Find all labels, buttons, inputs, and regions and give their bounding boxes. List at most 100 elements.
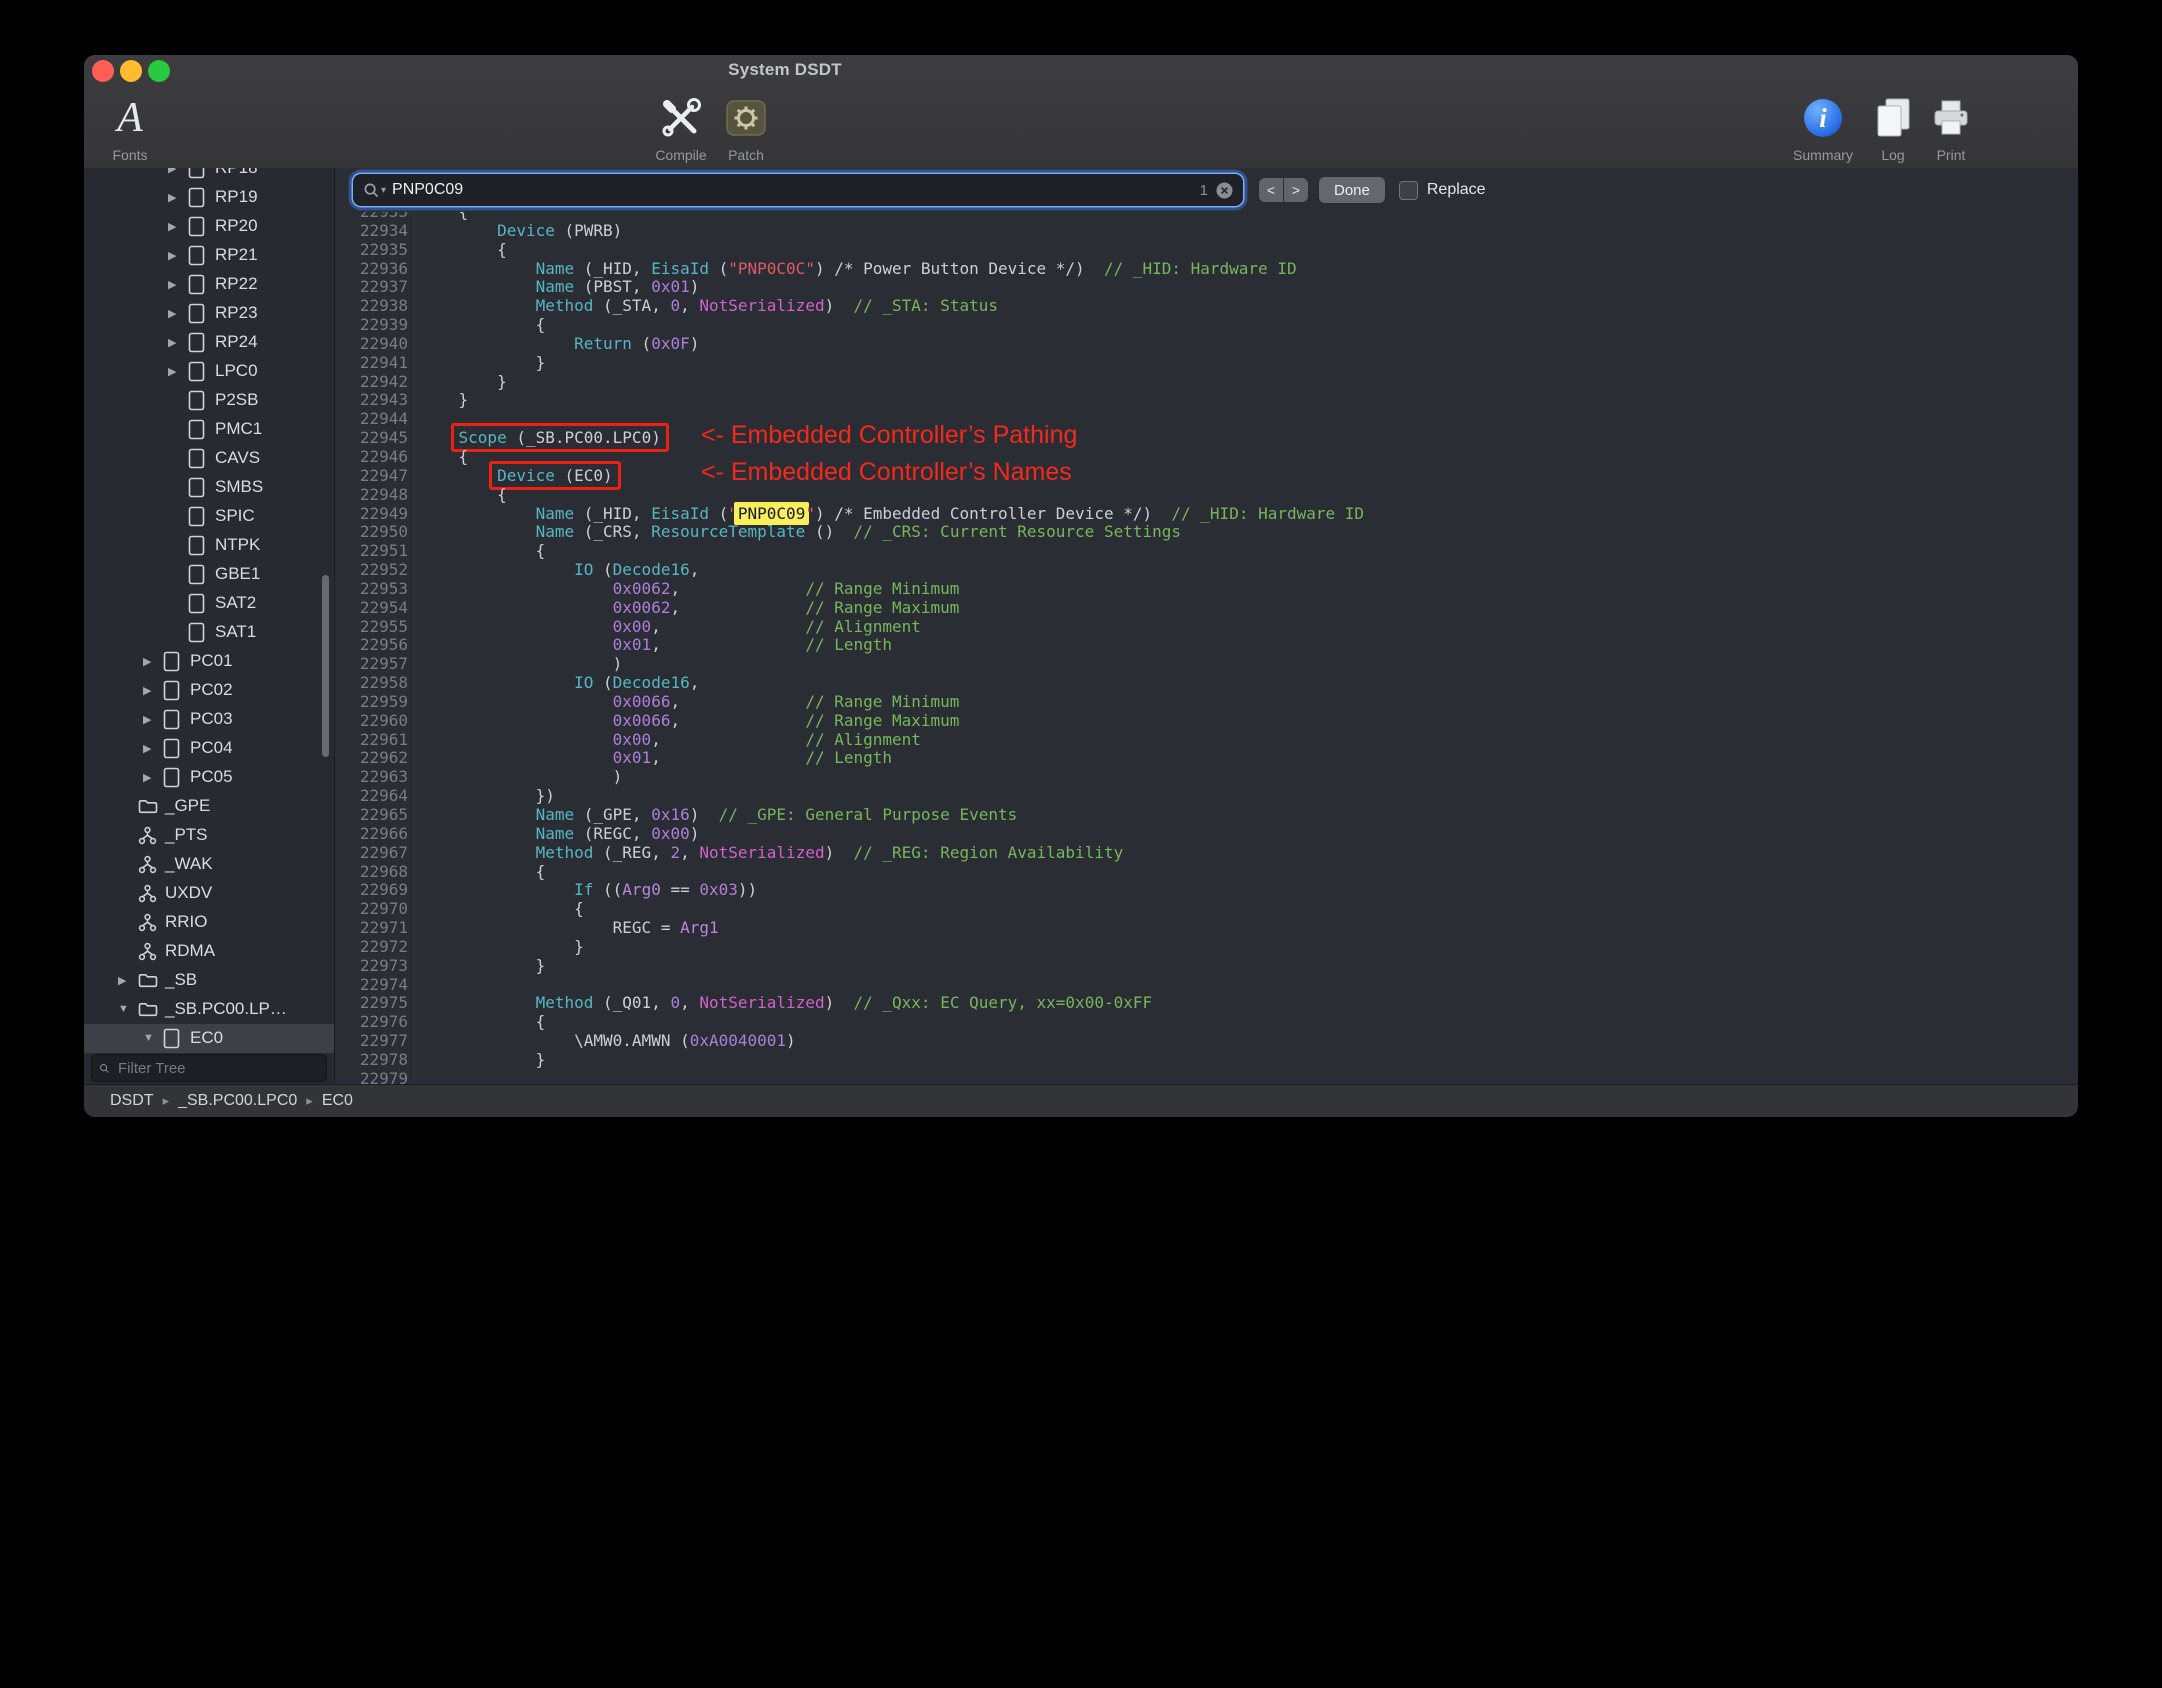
code-lines: 22933 {22934 Device (PWRB)22935 {22936 N… — [335, 212, 2078, 1085]
line-number: 22939 — [335, 315, 415, 335]
filter-tree-field[interactable] — [91, 1054, 327, 1082]
line-number: 22969 — [335, 881, 415, 901]
code-token: REGC = — [420, 918, 681, 938]
method-icon — [138, 826, 163, 845]
sidebar-item-label: GBE1 — [215, 564, 261, 583]
breadcrumb-item[interactable]: DSDT — [110, 1092, 154, 1110]
sidebar-item-P2SB[interactable]: P2SB — [84, 386, 334, 415]
sidebar-item-PC03[interactable]: ▶ PC03 — [84, 705, 334, 734]
sidebar-item-_SB[interactable]: ▶ _SB — [84, 966, 334, 995]
code-token: (_GPE, — [574, 805, 652, 824]
sidebar-item-RDMA[interactable]: RDMA — [84, 937, 334, 966]
sidebar-item-SAT1[interactable]: SAT1 — [84, 618, 334, 647]
disclosure-down-icon[interactable]: ▼ — [143, 1032, 163, 1044]
sidebar-item-UXDV[interactable]: UXDV — [84, 879, 334, 908]
disclosure-right-icon[interactable]: ▶ — [168, 191, 188, 204]
code-token: , — [670, 578, 806, 598]
doc-icon — [188, 448, 213, 469]
sidebar-item-SAT2[interactable]: SAT2 — [84, 589, 334, 618]
sidebar-item-NTPK[interactable]: NTPK — [84, 531, 334, 560]
code-line: 22961 0x00, // Alignment — [335, 730, 2078, 750]
sidebar-item-_SB.PC00.LP…[interactable]: ▼ _SB.PC00.LP… — [84, 995, 334, 1024]
sidebar-item-CAVS[interactable]: CAVS — [84, 444, 334, 473]
breadcrumb-item[interactable]: EC0 — [322, 1092, 353, 1110]
sidebar-item-PMC1[interactable]: PMC1 — [84, 415, 334, 444]
toolbar-print-button[interactable]: Print — [1906, 89, 1996, 163]
code-line: 22974 — [335, 975, 2078, 995]
disclosure-right-icon[interactable]: ▶ — [168, 249, 188, 262]
find-previous-button[interactable]: < — [1259, 178, 1283, 202]
disclosure-right-icon[interactable]: ▶ — [143, 771, 163, 784]
toolbar-patch-button[interactable]: Patch — [701, 89, 791, 163]
sidebar-item-GBE1[interactable]: GBE1 — [84, 560, 334, 589]
disclosure-right-icon[interactable]: ▶ — [118, 974, 138, 987]
sidebar-item-SPIC[interactable]: SPIC — [84, 502, 334, 531]
sidebar-item-LPC0[interactable]: ▶ LPC0 — [84, 357, 334, 386]
code-token: } — [420, 1049, 546, 1069]
disclosure-right-icon[interactable]: ▶ — [143, 684, 163, 697]
disclosure-right-icon[interactable]: ▶ — [143, 713, 163, 726]
sidebar-item-PC05[interactable]: ▶ PC05 — [84, 763, 334, 792]
sidebar-item-SMBS[interactable]: SMBS — [84, 473, 334, 502]
line-number: 22978 — [335, 1050, 415, 1070]
code-token: NotSerialized — [699, 993, 825, 1013]
line-number: 22963 — [335, 767, 415, 788]
line-number: 22974 — [335, 975, 415, 995]
code-editor[interactable]: 22933 {22934 Device (PWRB)22935 {22936 N… — [335, 212, 2078, 1085]
sidebar-item-RP18[interactable]: ▶ RP18 — [84, 168, 334, 183]
toolbar-fonts-button[interactable]: A Fonts — [85, 89, 175, 163]
code-line: 22938 Method (_STA, 0, NotSerialized) //… — [335, 296, 2078, 317]
minimize-button[interactable] — [120, 60, 142, 82]
sidebar-item-RP20[interactable]: ▶ RP20 — [84, 212, 334, 241]
replace-checkbox[interactable] — [1398, 180, 1418, 200]
find-input[interactable] — [386, 181, 1200, 199]
disclosure-right-icon[interactable]: ▶ — [168, 220, 188, 233]
find-next-button[interactable]: > — [1284, 178, 1308, 202]
zoom-button[interactable] — [148, 60, 170, 82]
sidebar-item-RP22[interactable]: ▶ RP22 — [84, 270, 334, 299]
disclosure-down-icon[interactable]: ▼ — [118, 1003, 138, 1015]
sidebar-item-_PTS[interactable]: _PTS — [84, 821, 334, 850]
disclosure-right-icon[interactable]: ▶ — [168, 307, 188, 320]
code-token: 0x16 — [651, 805, 690, 824]
sidebar-item-PC04[interactable]: ▶ PC04 — [84, 734, 334, 763]
done-button[interactable]: Done — [1319, 177, 1385, 203]
sidebar-item-RP24[interactable]: ▶ RP24 — [84, 328, 334, 357]
code-token: \AMW0.AMWN ( — [420, 1031, 690, 1051]
sidebar-item-_GPE[interactable]: _GPE — [84, 792, 334, 821]
sidebar-item-PC01[interactable]: ▶ PC01 — [84, 647, 334, 676]
disclosure-right-icon[interactable]: ▶ — [168, 278, 188, 291]
disclosure-right-icon[interactable]: ▶ — [168, 168, 188, 175]
code-token: ( — [631, 333, 652, 353]
sidebar-item-RP19[interactable]: ▶ RP19 — [84, 183, 334, 212]
code-token: } — [420, 955, 546, 975]
line-content: ) — [420, 767, 623, 787]
disclosure-right-icon[interactable]: ▶ — [168, 365, 188, 378]
sidebar-item-_WAK[interactable]: _WAK — [84, 850, 334, 879]
sidebar-item-PC02[interactable]: ▶ PC02 — [84, 676, 334, 705]
disclosure-right-icon[interactable]: ▶ — [143, 655, 163, 668]
doc-icon — [163, 767, 188, 788]
sidebar-item-EC0[interactable]: ▼ EC0 — [84, 1023, 334, 1053]
code-token: , — [651, 748, 806, 768]
sidebar-scrollbar[interactable] — [322, 575, 329, 757]
titlebar: System DSDT A Fonts Compile Patch i Summ… — [84, 55, 2078, 169]
doc-icon — [188, 332, 213, 353]
close-button[interactable] — [92, 60, 114, 82]
code-token: ) — [786, 1031, 796, 1051]
filter-tree-input[interactable] — [116, 1058, 319, 1078]
sidebar-item-RRIO[interactable]: RRIO — [84, 908, 334, 937]
sidebar-item-RP23[interactable]: ▶ RP23 — [84, 299, 334, 328]
code-token: Decode16 — [612, 673, 690, 693]
sidebar-item-RP21[interactable]: ▶ RP21 — [84, 241, 334, 270]
line-number: 22959 — [335, 692, 415, 712]
search-field[interactable]: ▾ 1 — [353, 174, 1243, 206]
sidebar-tree: ▶ RP18 ▶ RP19 ▶ RP20 ▶ RP21 ▶ RP22 ▶ RP23 ▶ RP24 ▶ LPC0… — [84, 168, 334, 1053]
breadcrumb-item[interactable]: _SB.PC00.LPC0 — [178, 1092, 297, 1110]
disclosure-right-icon[interactable]: ▶ — [143, 742, 163, 755]
disclosure-right-icon[interactable]: ▶ — [168, 336, 188, 349]
line-number: 22947 — [335, 466, 415, 486]
clear-search-icon[interactable] — [1216, 182, 1233, 199]
code-line: 22934 Device (PWRB) — [335, 221, 2078, 241]
